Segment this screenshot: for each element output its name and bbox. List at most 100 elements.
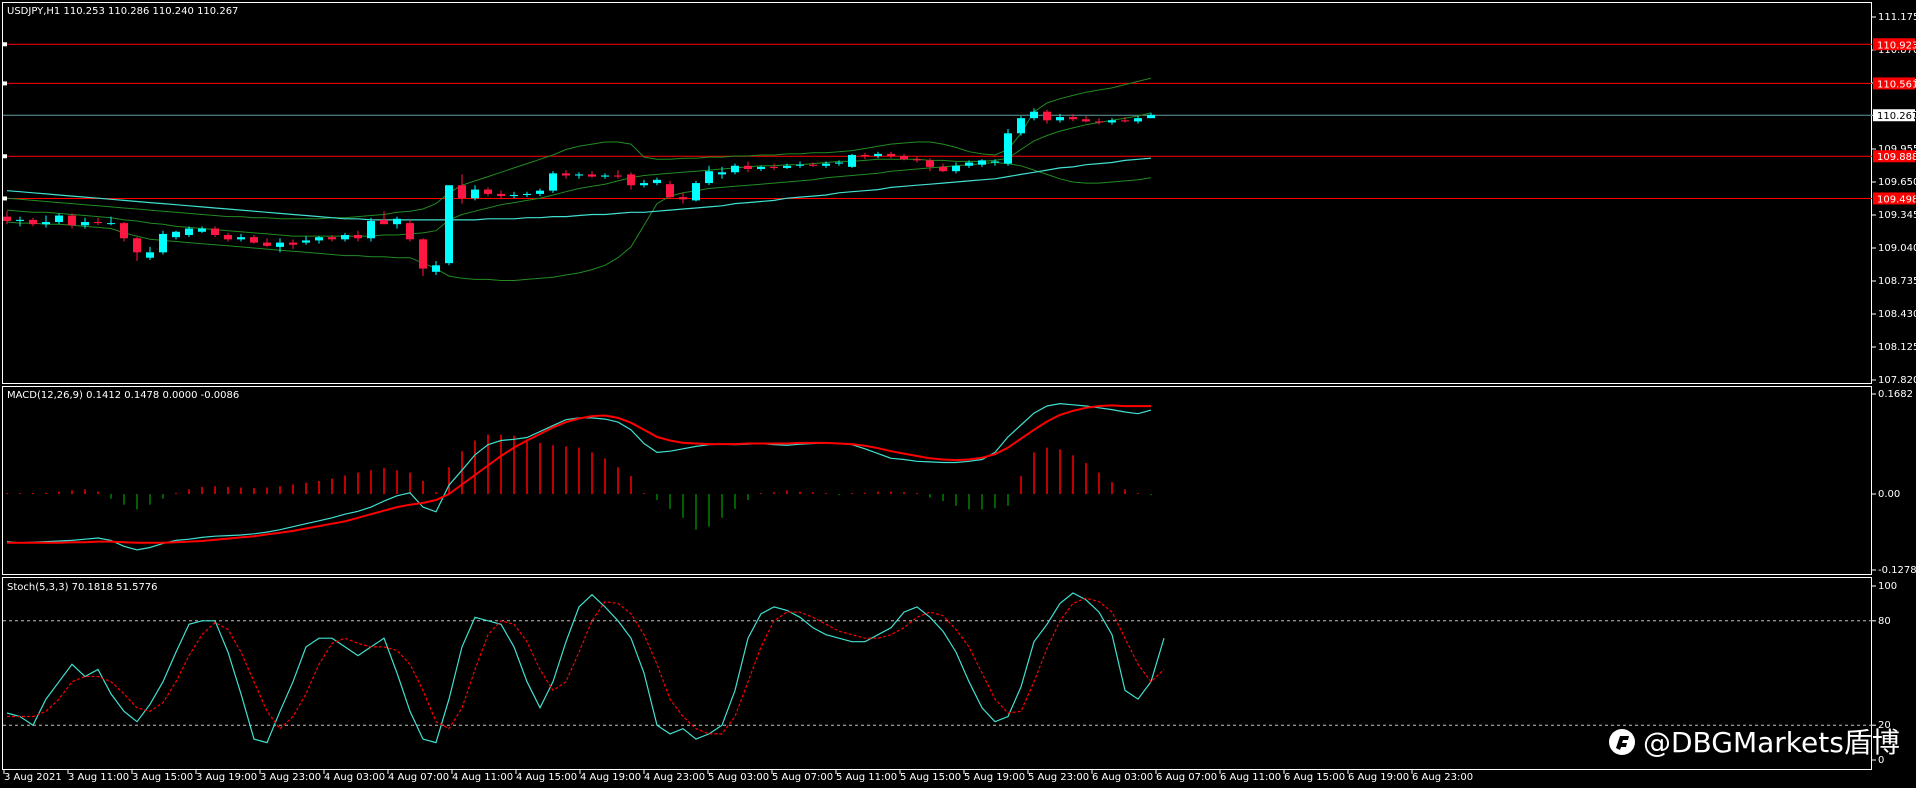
bull-candle-body: [393, 218, 401, 225]
bull-candle-body: [783, 165, 791, 168]
time-axis: 3 Aug 2021 3 Aug 11:00 3 Aug 15:00 3 Aug 19…: [3, 770, 1473, 783]
bear-candle-body: [627, 174, 635, 186]
trading-chart: 111.175110.870110.565110.267109.955109.6…: [0, 0, 1916, 788]
bull-candle-body: [185, 228, 193, 236]
bull-candle-body: [237, 237, 245, 240]
level-line-handle: [3, 154, 7, 159]
bear-candle-body: [588, 174, 596, 177]
bull-candle-body: [640, 183, 648, 186]
time-tick-label: 3 Aug 11:00: [68, 772, 129, 783]
level-price-label: 110.561: [1877, 79, 1916, 90]
level-line-handle: [3, 42, 7, 47]
macd-tick-label: 0.00: [1878, 489, 1900, 500]
time-tick-label: 5 Aug 03:00: [708, 772, 769, 783]
bull-candle-body: [55, 215, 63, 223]
dbg-logo-icon: [1609, 729, 1635, 755]
bull-candle-body: [107, 223, 115, 225]
bear-candle-body: [1095, 121, 1103, 123]
time-tick-label: 6 Aug 15:00: [1284, 772, 1345, 783]
time-tick-label: 5 Aug 07:00: [772, 772, 833, 783]
bull-candle-body: [874, 153, 882, 157]
bull-candle-body: [523, 193, 531, 195]
bear-candle-body: [497, 193, 505, 197]
bear-candle-body: [1121, 120, 1129, 122]
bull-candle-body: [172, 231, 180, 238]
time-tick-label: 4 Aug 23:00: [644, 772, 705, 783]
bull-candle-body: [1030, 111, 1038, 119]
bear-candle-body: [1082, 119, 1090, 122]
price-tick-label: 109.040: [1878, 243, 1916, 254]
macd-panel-header: MACD(12,26,9) 0.1412 0.1478 0.0000 -0.00…: [7, 390, 239, 401]
price-tick-label: 109.345: [1878, 210, 1916, 221]
bear-candle-body: [679, 197, 687, 200]
bear-candle-body: [406, 223, 414, 240]
bear-candle-body: [887, 153, 895, 157]
bull-candle-body: [978, 160, 986, 165]
time-tick-label: 3 Aug 19:00: [196, 772, 257, 783]
time-tick-label: 3 Aug 15:00: [132, 772, 193, 783]
bull-candle-body: [81, 222, 89, 226]
time-tick-label: 6 Aug 07:00: [1156, 772, 1217, 783]
price-tick-label: 107.820: [1878, 375, 1916, 386]
bull-candle-body: [510, 194, 518, 197]
time-tick-label: 3 Aug 23:00: [260, 772, 321, 783]
bear-candle-body: [289, 242, 297, 245]
bull-candle-body: [302, 240, 310, 243]
level-line-handle: [3, 196, 7, 201]
bear-candle-body: [900, 156, 908, 160]
bull-candle-body: [653, 179, 661, 184]
stoch-tick-label: 100: [1878, 581, 1897, 592]
bull-candle-body: [718, 172, 726, 175]
current-price-label: 110.267: [1877, 111, 1916, 122]
level-line-handle: [3, 81, 7, 86]
bear-candle-body: [29, 219, 37, 225]
bear-candle-body: [380, 219, 388, 225]
bear-candle-body: [861, 154, 869, 157]
price-tick-label: 108.125: [1878, 342, 1916, 353]
bull-candle-body: [536, 190, 544, 194]
time-tick-label: 4 Aug 03:00: [324, 772, 385, 783]
time-tick-label: 4 Aug 15:00: [516, 772, 577, 783]
bear-candle-body: [913, 159, 921, 161]
stoch-panel-header: Stoch(5,3,3) 70.1818 51.5776: [7, 582, 158, 593]
bull-candle-body: [692, 183, 700, 201]
bull-candle-body: [16, 219, 24, 221]
time-tick-label: 5 Aug 23:00: [1028, 772, 1089, 783]
time-tick-label: 5 Aug 15:00: [900, 772, 961, 783]
bear-candle-body: [562, 173, 570, 176]
watermark-text: @DBGMarkets盾博: [1643, 726, 1900, 759]
bear-candle-body: [809, 164, 817, 166]
bull-candle-body: [575, 174, 583, 176]
time-tick-label: 4 Aug 19:00: [580, 772, 641, 783]
bull-candle-body: [705, 171, 713, 184]
bull-candle-body: [822, 163, 830, 166]
price-tick-label: 108.430: [1878, 309, 1916, 320]
time-tick-label: 3 Aug 2021: [4, 772, 62, 783]
bull-candle-body: [315, 237, 323, 241]
bear-candle-body: [94, 222, 102, 224]
bear-candle-body: [250, 237, 258, 243]
bear-candle-body: [354, 235, 362, 239]
bull-candle-body: [965, 162, 973, 166]
bull-candle-body: [471, 189, 479, 199]
bear-candle-body: [1069, 117, 1077, 120]
bull-candle-body: [276, 242, 284, 247]
bull-candle-body: [42, 222, 50, 225]
bear-candle-body: [3, 216, 11, 221]
bull-candle-body: [549, 173, 557, 191]
time-tick-label: 4 Aug 11:00: [452, 772, 513, 783]
bear-candle-body: [744, 165, 752, 170]
bull-candle-body: [146, 252, 154, 258]
bear-candle-body: [120, 223, 128, 239]
bull-candle-body: [796, 164, 804, 166]
bear-candle-body: [224, 235, 232, 240]
bull-candle-body: [991, 161, 999, 163]
level-price-label: 109.888: [1877, 152, 1916, 163]
time-tick-label: 4 Aug 07:00: [388, 772, 449, 783]
bull-candle-body: [1004, 133, 1012, 164]
level-price-label: 110.923: [1877, 40, 1916, 51]
bull-candle-body: [445, 185, 453, 264]
bull-candle-body: [1134, 118, 1142, 122]
bear-candle-body: [484, 189, 492, 194]
bull-candle-body: [159, 233, 167, 253]
